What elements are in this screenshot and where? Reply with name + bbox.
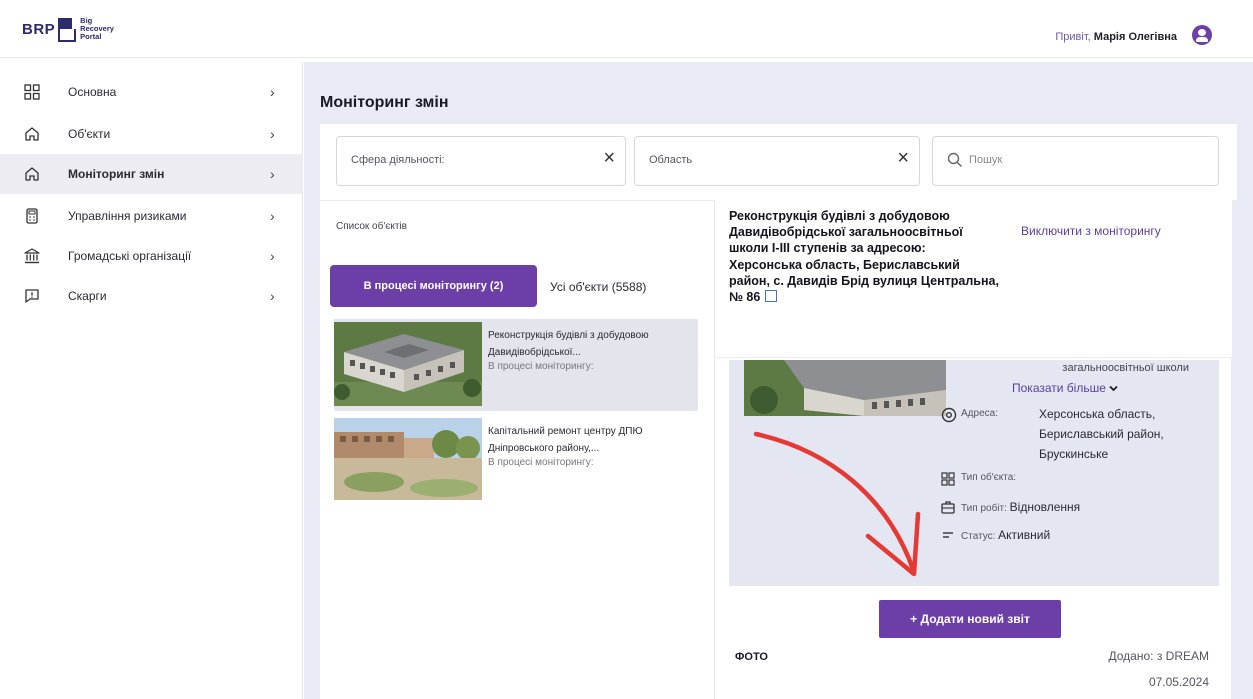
logo-line: Portal — [80, 32, 102, 41]
grid-icon — [941, 472, 955, 486]
logo-flag-icon — [58, 18, 77, 42]
region-filter[interactable]: Область × — [634, 136, 920, 186]
building-thumbnail — [334, 418, 482, 500]
object-type-row: Тип об'єкта: — [941, 472, 1017, 486]
sidebar-item-label: Моніторинг змін — [68, 167, 165, 181]
main-content: Моніторинг змін Сфера діяльності: × Обла… — [304, 62, 1253, 699]
chevron-right-icon: › — [270, 288, 275, 304]
search-input[interactable]: Пошук — [932, 136, 1219, 186]
added-by: Додано: з DREAM — [1108, 649, 1210, 663]
region-filter-label: Область — [649, 154, 693, 166]
object-type-label: Тип об'єкта: — [961, 472, 1017, 483]
list-heading: Список об'єктів — [336, 221, 407, 232]
sidebar-item-risk[interactable]: Управління ризиками › — [0, 196, 303, 236]
home-icon — [25, 167, 39, 181]
list-item-title: Капітальний ремонт центру ДПЮ Дніпровськ… — [488, 426, 643, 454]
object-list-panel: Список об'єктів В процесі моніторингу (2… — [320, 200, 714, 699]
tab-in-monitoring[interactable]: В процесі моніторингу (2) — [330, 265, 537, 307]
photo-section-label: ФОТО — [735, 651, 768, 663]
work-type-value: Відновлення — [1009, 500, 1081, 514]
sidebar-item-organizations[interactable]: Громадські організації › — [0, 236, 303, 276]
list-item-status: В процесі моніторингу: — [488, 361, 594, 372]
show-more-label: Показати більше — [1012, 381, 1106, 395]
alert-message-icon — [25, 289, 39, 303]
filter-bar: Сфера діяльності: × Область × Пошук — [320, 124, 1237, 200]
chevron-right-icon: › — [270, 166, 275, 182]
sidebar-item-label: Об'єкти — [68, 127, 111, 141]
logo-text: Big Recovery Portal — [80, 17, 114, 41]
chevron-down-icon — [1109, 385, 1118, 392]
sidebar-item-main[interactable]: Основна › — [0, 72, 303, 112]
chevron-right-icon: › — [270, 248, 275, 264]
chevron-right-icon: › — [270, 208, 275, 224]
logo-abbr: BRP — [22, 20, 56, 38]
address-value: Херсонська область, Бериславський район,… — [1039, 407, 1164, 461]
tab-all-objects[interactable]: Усі об'єкти (5588) — [550, 280, 646, 294]
briefcase-icon — [941, 501, 955, 514]
brp-logo[interactable]: BRP Big Recovery Portal — [22, 17, 114, 42]
sidebar-item-monitoring[interactable]: Моніторинг змін › — [0, 154, 303, 194]
bank-icon — [24, 248, 40, 264]
list-item-status: В процесі моніторингу: — [488, 457, 594, 468]
search-placeholder: Пошук — [969, 154, 1003, 166]
description-excerpt: загальноосвітньої школи — [1062, 362, 1189, 374]
status-row: Статус: Активний — [943, 528, 1051, 542]
list-item-title: Реконструкція будівлі з добудовою Давиді… — [488, 330, 649, 358]
sidebar-item-objects[interactable]: Об'єкти › — [0, 114, 303, 154]
clear-x-icon[interactable]: × — [897, 147, 909, 170]
sidebar-item-complaints[interactable]: Скарги › — [0, 276, 303, 316]
sidebar-item-label: Основна — [68, 85, 117, 99]
address-row: Адреса: — [941, 407, 998, 423]
sidebar-item-label: Громадські організації — [68, 249, 192, 263]
exclude-from-monitoring-button[interactable]: Виключити з моніторингу — [1021, 224, 1161, 238]
greeting-text: Привіт, — [1055, 31, 1091, 43]
search-icon — [947, 152, 962, 167]
user-avatar-icon[interactable] — [1192, 25, 1212, 45]
location-pin-icon — [941, 407, 957, 423]
object-info-card: загальноосвітньої школи Показати більше … — [729, 360, 1219, 586]
work-type-label: Тип робіт: — [961, 503, 1007, 514]
sphere-filter[interactable]: Сфера діяльності: × — [336, 136, 626, 186]
address-label: Адреса: — [961, 408, 998, 419]
greeting: Привіт, Марія Олегівна — [1055, 31, 1177, 43]
chevron-right-icon: › — [270, 126, 275, 142]
added-date: 07.05.2024 — [1148, 675, 1209, 689]
sidebar-item-label: Управління ризиками — [68, 209, 187, 223]
list-item[interactable]: Капітальний ремонт центру ДПЮ Дніпровськ… — [334, 415, 698, 507]
building-thumbnail — [334, 322, 482, 406]
status-value: Активний — [998, 528, 1051, 542]
status-label: Статус: — [961, 531, 996, 542]
clear-x-icon[interactable]: × — [603, 147, 615, 170]
sidebar: Основна › Об'єкти › Моніторинг змін › Уп… — [0, 62, 303, 699]
sphere-filter-label: Сфера діяльності: — [351, 154, 445, 166]
chevron-right-icon: › — [270, 84, 275, 100]
list-item[interactable]: Реконструкція будівлі з добудовою Давиді… — [334, 319, 698, 411]
grid-icon — [24, 84, 40, 100]
page-title: Моніторинг змін — [320, 94, 449, 111]
building-image — [744, 360, 946, 416]
external-link-icon[interactable] — [765, 290, 778, 303]
top-header: BRP Big Recovery Portal Привіт, Марія Ол… — [0, 0, 1253, 58]
user-name: Марія Олегівна — [1093, 31, 1177, 43]
add-new-report-button[interactable]: + Додати новий звіт — [879, 600, 1061, 638]
status-lines-icon — [943, 532, 953, 538]
detail-header: Реконструкція будівлі з добудовою Давиді… — [715, 200, 1232, 358]
calculator-icon — [26, 208, 38, 224]
sidebar-item-label: Скарги — [68, 289, 107, 303]
work-type-row: Тип робіт: Відновлення — [941, 500, 1081, 514]
object-detail-panel: загальноосвітньої школи Показати більше … — [714, 200, 1232, 699]
object-title: Реконструкція будівлі з добудовою Давиді… — [729, 208, 999, 305]
show-more-link[interactable]: Показати більше — [1012, 381, 1118, 395]
home-icon — [25, 127, 39, 141]
